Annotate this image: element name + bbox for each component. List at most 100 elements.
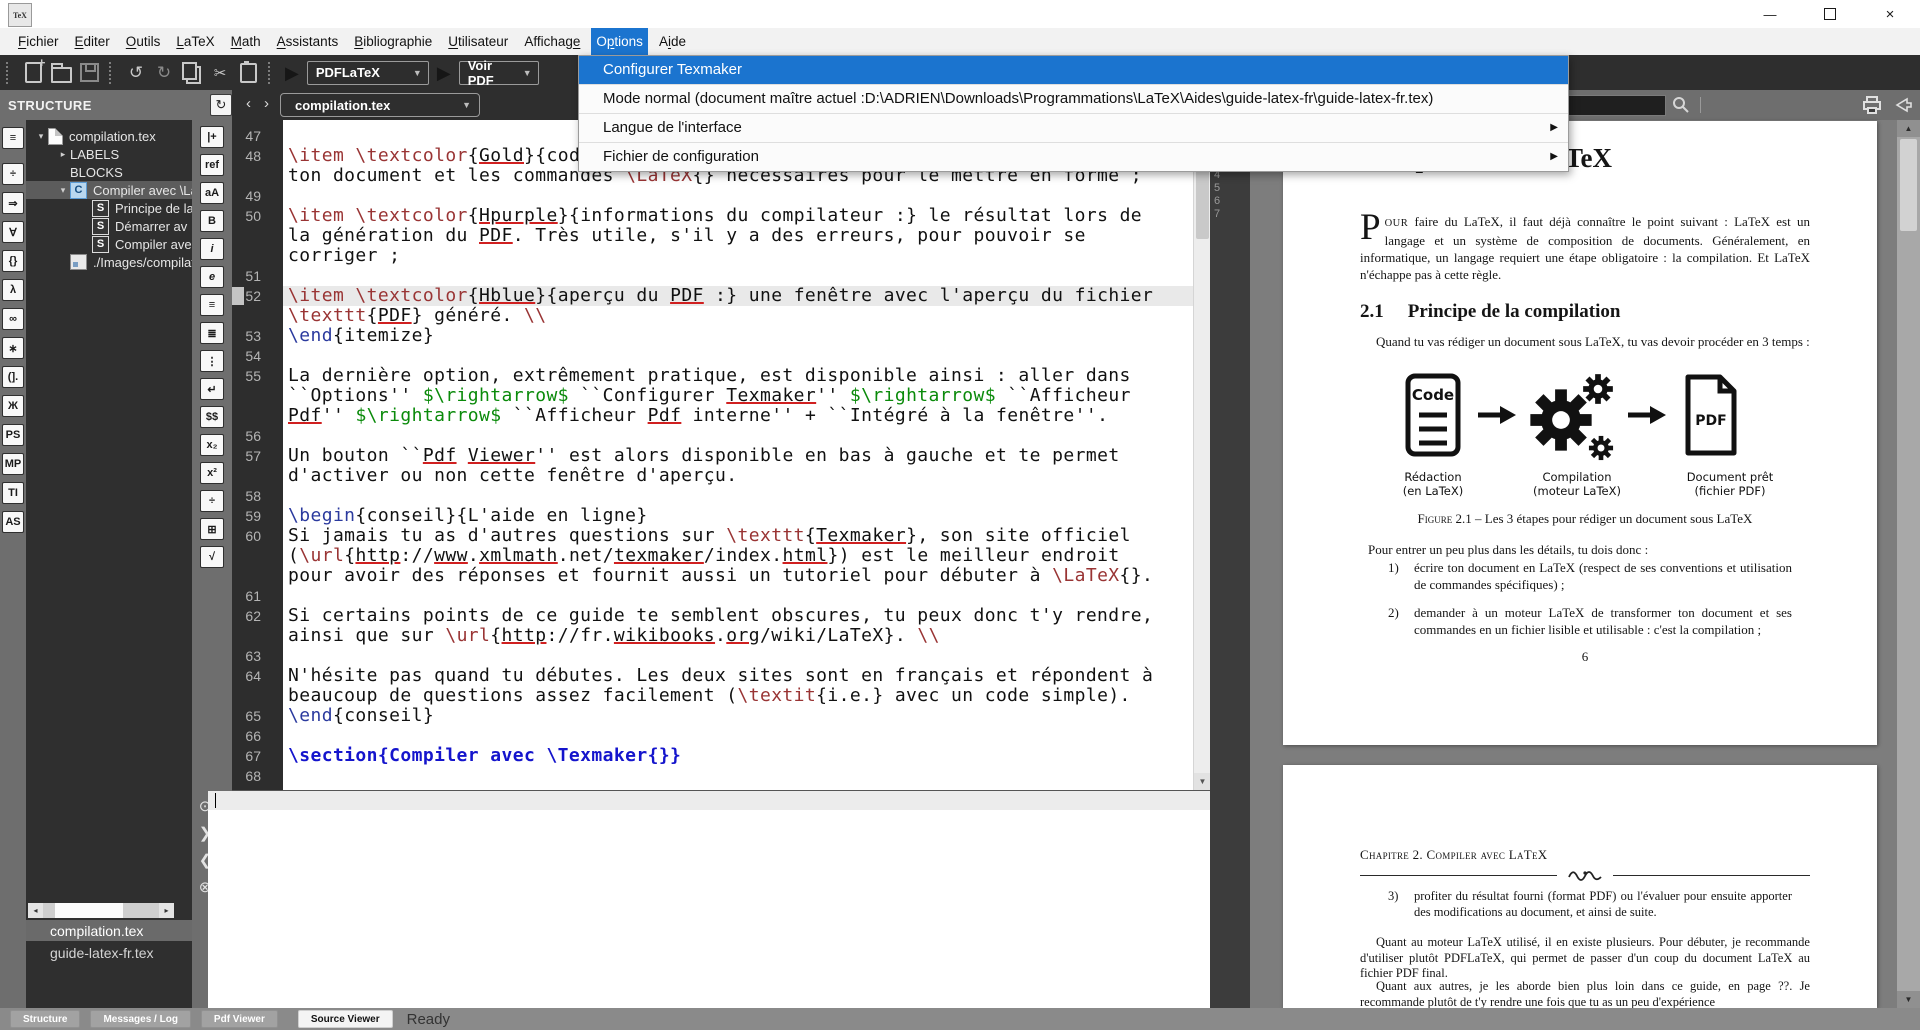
print-icon[interactable] (1862, 95, 1882, 115)
scroll-right-icon[interactable]: ▸ (159, 903, 174, 918)
editor-line[interactable]: 51 (232, 266, 1193, 286)
document-tab-select[interactable]: compilation.tex ▼ (280, 93, 480, 117)
pdf-page-list-entry[interactable]: 5 (1210, 182, 1250, 195)
misc-symbols-icon[interactable]: ∀ (2, 221, 24, 243)
scrollbar-thumb[interactable] (1900, 139, 1917, 231)
tree-item[interactable]: SPrincipe de la (26, 199, 192, 217)
pdf-page-list-entry[interactable]: 7 (1210, 208, 1250, 221)
greek-letters-icon[interactable]: λ (2, 279, 24, 301)
tree-item[interactable]: ▸LABELS (26, 145, 192, 163)
delimiters-icon[interactable]: {} (2, 250, 24, 272)
insert-ref-icon[interactable]: ref (200, 154, 224, 176)
asymptote-icon[interactable]: AS (2, 511, 24, 533)
cyrillic-symbols-icon[interactable]: Ж (2, 395, 24, 417)
options-menu-item[interactable]: Configurer Texmaker (579, 56, 1568, 84)
paste-button[interactable] (235, 60, 261, 86)
new-document-button[interactable] (20, 60, 46, 86)
scrollbar-thumb[interactable] (55, 903, 123, 918)
statusbar-tab-structure[interactable]: Structure (10, 1010, 80, 1028)
scroll-up-icon[interactable]: ▲ (1897, 120, 1920, 137)
tree-item[interactable]: SCompiler ave (26, 235, 192, 253)
editor-line[interactable]: pour avoir des réponses et fournit aussi… (232, 566, 1193, 586)
pdf-page-list[interactable]: 4567 (1210, 120, 1250, 1008)
editor-line[interactable]: 61 (232, 586, 1193, 606)
relation-symbols-icon[interactable]: ÷ (2, 163, 24, 185)
tree-expander-icon[interactable]: ▸ (56, 149, 70, 160)
enumerate-icon[interactable]: ≣ (200, 322, 224, 344)
editor-line[interactable]: 67\section{Compiler avec \Texmaker{}} (232, 746, 1193, 766)
scroll-down-icon[interactable]: ▼ (1897, 991, 1920, 1008)
editor-line[interactable]: 49 (232, 186, 1193, 206)
tree-item[interactable]: ▾compilation.tex (26, 127, 192, 145)
subscript-icon[interactable]: x₂ (200, 434, 224, 456)
editor-line[interactable]: 68 (232, 766, 1193, 786)
emph-icon[interactable]: e (200, 266, 224, 288)
editor-line[interactable]: \texttt{PDF} généré. \\ (232, 306, 1193, 326)
redo-button[interactable]: ↻ (151, 60, 177, 86)
editor-line[interactable]: Pdf'' $\rightarrow$ ``Afficheur Pdf inte… (232, 406, 1193, 426)
inline-math-icon[interactable]: $$ (200, 406, 224, 428)
save-button[interactable] (76, 60, 102, 86)
options-menu-item[interactable]: Fichier de configuration▶ (579, 142, 1568, 171)
toolbar-grip[interactable] (109, 62, 115, 84)
editor-line[interactable]: d'activer ou non cette fenêtre d'aperçu. (232, 466, 1193, 486)
structure-list-icon[interactable]: ≡ (2, 127, 24, 149)
toolbar-grip[interactable] (268, 62, 274, 84)
editor-line[interactable]: 55La dernière option, extrêmement pratiq… (232, 366, 1193, 386)
pdf-vscrollbar[interactable]: ▲ ▼ (1897, 120, 1920, 1008)
search-icon[interactable] (1672, 96, 1690, 114)
menu-utilisateur[interactable]: Utilisateur (443, 28, 513, 55)
editor-line[interactable]: 64N'hésite pas quand tu débutes. Les deu… (232, 666, 1193, 686)
editor-line[interactable]: 59\begin{conseil}{L'aide en ligne} (232, 506, 1193, 526)
next-document-button[interactable]: › (264, 95, 269, 112)
menu-options[interactable]: Options (591, 28, 648, 55)
sqrt-icon[interactable]: √ (200, 546, 224, 568)
special-symbols-icon[interactable]: ∗ (2, 337, 24, 359)
source-viewer-panel[interactable] (208, 791, 1210, 1008)
metapost-icon[interactable]: MP (2, 453, 24, 475)
editor-line[interactable]: 56 (232, 426, 1193, 446)
cut-button[interactable]: ✂ (207, 60, 233, 86)
statusbar-tab-source-viewer[interactable]: Source Viewer (298, 1010, 393, 1028)
menu-editer[interactable]: Editer (70, 28, 115, 55)
open-file-item[interactable]: compilation.tex (26, 920, 192, 941)
bold-icon[interactable]: B (200, 210, 224, 232)
font-size-icon[interactable]: aA (200, 182, 224, 204)
copy-button[interactable] (179, 60, 205, 86)
insert-label-icon[interactable]: |+ (200, 126, 224, 148)
tree-item[interactable]: BLOCKS (26, 163, 192, 181)
structure-hscrollbar[interactable]: ◂ ▸ (28, 903, 174, 918)
editor-vscrollbar[interactable]: ▲ ▼ (1193, 120, 1210, 790)
scroll-left-icon[interactable]: ◂ (28, 903, 43, 918)
run-compile-button[interactable]: ▶ (285, 64, 299, 82)
menu-assistants[interactable]: Assistants (272, 28, 344, 55)
editor-line[interactable]: 58 (232, 486, 1193, 506)
editor-line[interactable]: 66 (232, 726, 1193, 746)
superscript-icon[interactable]: x² (200, 462, 224, 484)
menu-fichier[interactable]: Fichier (13, 28, 64, 55)
tree-item[interactable]: SDémarrer av (26, 217, 192, 235)
minimize-button[interactable]: — (1740, 0, 1800, 28)
tikz-icon[interactable]: TI (2, 482, 24, 504)
options-menu-item[interactable]: Mode normal (document maître actuel :D:\… (579, 84, 1568, 113)
menu-math[interactable]: Math (226, 28, 266, 55)
editor-line[interactable]: 53\end{itemize} (232, 326, 1193, 346)
pdf-page-list-entry[interactable]: 6 (1210, 195, 1250, 208)
toolbar-grip[interactable] (6, 62, 12, 84)
close-button[interactable]: × (1860, 0, 1920, 28)
arrow-symbols-icon[interactable]: ⇒ (2, 192, 24, 214)
editor-line[interactable]: 63 (232, 646, 1193, 666)
options-menu-item[interactable]: Langue de l'interface▶ (579, 113, 1568, 142)
tree-expander-icon[interactable]: ▾ (56, 185, 70, 196)
menu-bibliographie[interactable]: Bibliographie (349, 28, 437, 55)
newline-icon[interactable]: ↵ (200, 378, 224, 400)
editor-line[interactable]: corriger ; (232, 246, 1193, 266)
run-view-button[interactable]: ▶ (437, 64, 451, 82)
italic-icon[interactable]: i (200, 238, 224, 260)
statusbar-tab-pdf-viewer[interactable]: Pdf Viewer (201, 1010, 278, 1028)
editor-line[interactable]: la génération du PDF. Très utile, s'il y… (232, 226, 1193, 246)
editor-line[interactable]: 57Un bouton ``Pdf Viewer'' est alors dis… (232, 446, 1193, 466)
infinity-symbols-icon[interactable]: ∞ (2, 308, 24, 330)
editor-line[interactable]: 54 (232, 346, 1193, 366)
menu-aide[interactable]: Aide (654, 28, 691, 55)
